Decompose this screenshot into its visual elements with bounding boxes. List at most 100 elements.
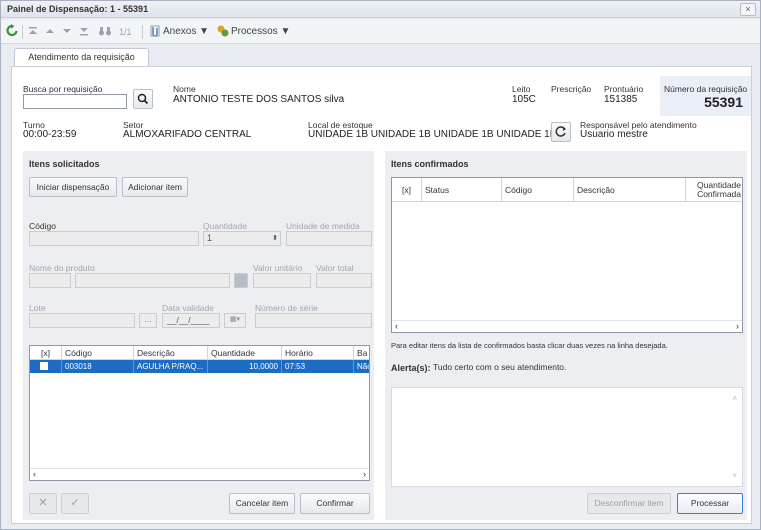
refresh-icon[interactable]: [6, 24, 18, 40]
row-code: 003018: [62, 360, 134, 373]
record-value: 151385: [604, 94, 638, 105]
add-item-button[interactable]: Adicionar item: [122, 177, 188, 197]
col-confirmed-quantity[interactable]: Quantidade Confirmada: [686, 178, 742, 202]
col-description[interactable]: Descrição: [574, 178, 686, 202]
sector-value: ALMOXARIFADO CENTRAL: [123, 129, 252, 140]
close-button[interactable]: ×: [740, 3, 756, 16]
code-field[interactable]: [29, 231, 199, 246]
processes-label: Processos: [231, 26, 278, 37]
scroll-down-icon[interactable]: ˅: [732, 471, 737, 480]
scroll-up-icon[interactable]: ˄: [732, 394, 737, 403]
name-value: ANTONIO TESTE DOS SANTOS silva: [173, 94, 345, 105]
col-status[interactable]: Status: [422, 178, 502, 202]
col-code[interactable]: Código: [502, 178, 574, 202]
row-checkbox[interactable]: [30, 360, 62, 373]
annexes-menu[interactable]: Anexos ▼: [163, 24, 209, 40]
requisition-number-box: Número da requisição 55391: [660, 76, 751, 116]
code-label: Código: [29, 221, 56, 231]
product-name-field[interactable]: [75, 273, 230, 288]
lot-label: Lote: [29, 303, 46, 313]
scroll-right-icon[interactable]: ›: [363, 469, 366, 480]
alert-area: ˄ ˅: [391, 387, 743, 487]
confirmed-grid-scrollbar[interactable]: ‹ ›: [392, 320, 742, 332]
col-select[interactable]: [x]: [392, 178, 422, 202]
row-quantity: 10,0000: [208, 360, 282, 373]
paperclip-icon: [149, 24, 161, 40]
row-time: 07:53: [282, 360, 354, 373]
unit-field[interactable]: [286, 231, 372, 246]
col-extra[interactable]: Ba: [354, 346, 369, 360]
change-responsible-button[interactable]: [551, 122, 571, 142]
next-record-icon[interactable]: [62, 24, 72, 40]
last-record-icon[interactable]: [79, 24, 89, 40]
start-dispensation-button[interactable]: Iniciar dispensação: [29, 177, 117, 197]
window-title: Painel de Dispensação: 1 - 55391: [7, 4, 149, 14]
confirmed-items-panel: Itens confirmados [x] Status Código Desc…: [385, 151, 747, 520]
unit-label: Unidade de medida: [286, 221, 360, 231]
confirm-button[interactable]: Confirmar: [300, 493, 370, 514]
lot-field[interactable]: [29, 313, 135, 328]
calendar-icon[interactable]: ▦▾: [224, 313, 246, 328]
requisition-number-value: 55391: [704, 94, 743, 110]
requested-items-title: Itens solicitados: [29, 159, 100, 169]
alert-text: Tudo certo com o seu atendimento.: [433, 362, 567, 372]
search-label: Busca por requisição: [23, 84, 103, 94]
col-select[interactable]: [x]: [30, 346, 62, 360]
processes-menu[interactable]: Processos ▼: [231, 24, 290, 40]
prescription-label: Prescrição: [551, 84, 592, 94]
requested-items-grid: [x] Código Descrição Quantidade Horário …: [29, 345, 370, 481]
remove-icon[interactable]: ✕: [29, 493, 57, 514]
product-label: Nome do produto: [29, 263, 95, 273]
stepper-icon[interactable]: ⬍: [272, 232, 278, 245]
quantity-value: 1: [207, 233, 213, 243]
confirmed-items-grid: [x] Status Código Descrição Quantidade C…: [391, 177, 743, 333]
responsible-value: Usuario mestre: [580, 129, 648, 140]
serial-field[interactable]: [255, 313, 372, 328]
toolbar: 1/1 Anexos ▼ Processos ▼: [1, 20, 760, 44]
annexes-label: Anexos: [163, 26, 197, 37]
expiry-field[interactable]: __/__/____: [162, 313, 220, 328]
unit-price-label: Valor unitário: [253, 263, 303, 273]
scroll-right-icon[interactable]: ›: [736, 321, 739, 332]
processes-icon: [216, 24, 230, 40]
total-label: Valor total: [316, 263, 354, 273]
binoculars-icon[interactable]: [98, 24, 112, 40]
col-time[interactable]: Horário: [282, 346, 354, 360]
first-record-icon[interactable]: [28, 24, 38, 40]
alert-label: Alerta(s):: [391, 363, 431, 373]
quantity-stepper[interactable]: 1 ⬍: [203, 231, 281, 246]
search-input[interactable]: [23, 94, 127, 109]
search-icon: [137, 93, 149, 105]
expiry-label: Data validade: [162, 303, 214, 313]
col-code[interactable]: Código: [62, 346, 134, 360]
search-button[interactable]: [133, 89, 153, 109]
record-label: Prontuário: [604, 84, 644, 94]
requisition-number-label: Número da requisição: [664, 84, 748, 94]
cancel-item-button[interactable]: Cancelar item: [229, 493, 295, 514]
total-field[interactable]: [316, 273, 372, 288]
shift-value: 00:00-23:59: [23, 129, 77, 140]
unit-price-field[interactable]: [253, 273, 311, 288]
bed-value: 105C: [512, 94, 536, 105]
name-label: Nome: [173, 84, 196, 94]
content-area: Busca por requisição Nome ANTONIO TESTE …: [11, 66, 752, 524]
previous-record-icon[interactable]: [45, 24, 55, 40]
lot-lookup-button[interactable]: …: [139, 313, 157, 328]
unconfirm-item-button[interactable]: Desconfirmar item: [587, 493, 671, 514]
col-description[interactable]: Descrição: [134, 346, 208, 360]
scroll-left-icon[interactable]: ‹: [33, 469, 36, 480]
confirmed-hint: Para editar itens da lista de confirmado…: [391, 341, 668, 350]
product-lookup-button[interactable]: [234, 273, 248, 288]
requested-grid-scrollbar[interactable]: ‹ ›: [30, 468, 369, 480]
col-quantity[interactable]: Quantidade: [208, 346, 282, 360]
requested-items-panel: Itens solicitados Iniciar dispensação Ad…: [23, 151, 374, 520]
tab-request-service[interactable]: Atendimento da requisição: [14, 48, 149, 67]
process-button[interactable]: Processar: [677, 493, 743, 514]
page-counter: 1/1: [119, 27, 132, 37]
scroll-left-icon[interactable]: ‹: [395, 321, 398, 332]
check-icon[interactable]: ✓: [61, 493, 89, 514]
table-row[interactable]: 003018 AGULHA P/RAQ... 10,0000 07:53 Não: [30, 360, 369, 373]
row-description: AGULHA P/RAQ...: [134, 360, 208, 373]
product-code-field[interactable]: [29, 273, 71, 288]
row-extra: Não: [357, 362, 369, 371]
